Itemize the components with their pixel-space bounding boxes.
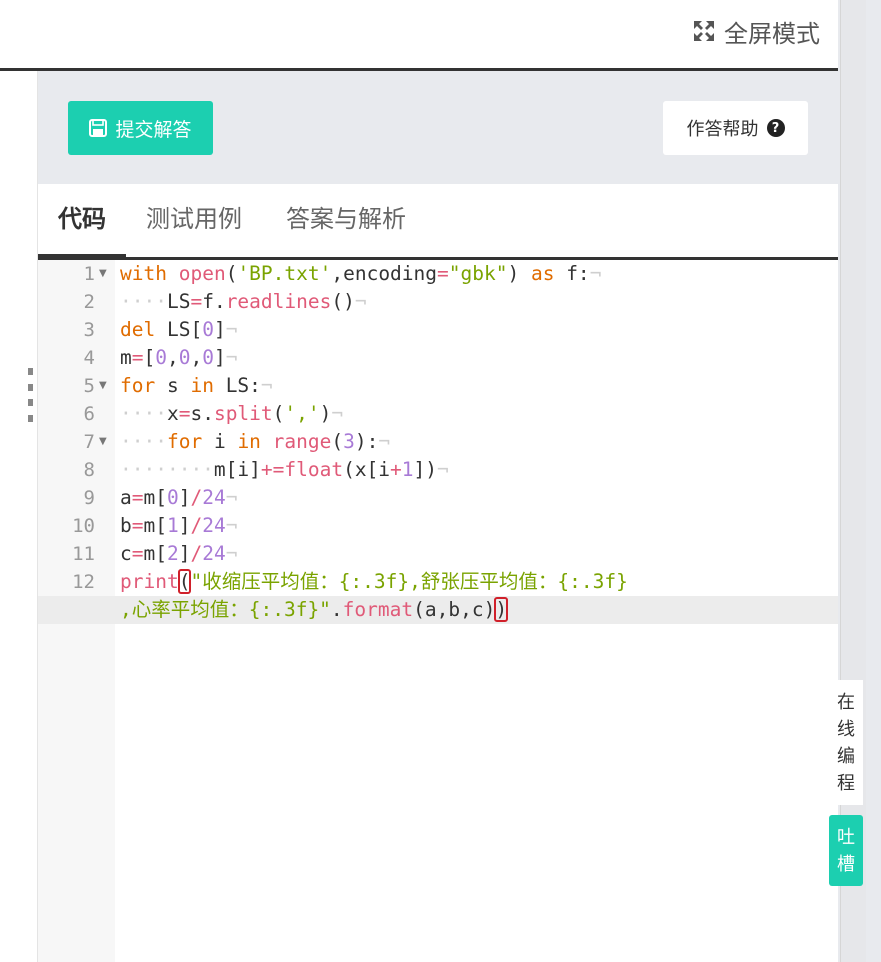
code-line: 6 ····x=s.split(',')¬: [38, 400, 838, 428]
online-coding-tab[interactable]: 在 线 编 程: [829, 680, 863, 805]
side-char: 线: [837, 718, 855, 740]
code-line: 1 ▼ with open('BP.txt',encoding="gbk") a…: [38, 260, 838, 288]
code-text: ····LS=f.readlines()¬: [120, 290, 367, 313]
code-text: a=m[0]/24¬: [120, 486, 238, 509]
handle-dot: [27, 399, 33, 407]
code-text: with open('BP.txt',encoding="gbk") as f:…: [120, 262, 602, 285]
fold-arrow-icon[interactable]: ▼: [99, 372, 107, 400]
line-number: 5: [83, 375, 95, 397]
code-line: 9 a=m[0]/24¬: [38, 484, 838, 512]
code-text: print("收缩压平均值：{:.3f},舒张压平均值：{:.3f}: [120, 569, 628, 594]
code-text: for s in LS:¬: [120, 374, 273, 397]
code-line: 7 ▼ ····for i in range(3):¬: [38, 428, 838, 456]
code-text: c=m[2]/24¬: [120, 542, 238, 565]
line-number: 12: [72, 571, 95, 593]
submit-answer-button[interactable]: 提交解答: [68, 101, 213, 155]
fullscreen-button[interactable]: 全屏模式: [692, 14, 820, 48]
tab-code[interactable]: 代码: [38, 184, 126, 260]
handle-dot: [27, 368, 33, 375]
fold-arrow-icon[interactable]: ▼: [99, 428, 107, 456]
code-line: 8 ········m[i]+=float(x[i+1])¬: [38, 456, 838, 484]
code-line: 5 ▼ for s in LS:¬: [38, 372, 838, 400]
help-button[interactable]: 作答帮助 ?: [663, 101, 808, 155]
handle-dot: [27, 383, 33, 391]
code-text: ,心率平均值：{:.3f}".format(a,b,c)): [120, 597, 509, 622]
feedback-button[interactable]: 吐 槽: [829, 815, 863, 886]
resize-handle[interactable]: [26, 368, 34, 422]
line-number: 8: [83, 459, 95, 481]
code-text: del LS[0]¬: [120, 318, 238, 341]
line-number: 6: [83, 403, 95, 425]
line-number: 1: [83, 263, 95, 285]
line-number: 10: [72, 515, 95, 537]
question-circle-icon: ?: [766, 119, 785, 137]
code-line: 12 print("收缩压平均值：{:.3f},舒张压平均值：{:.3f}: [38, 568, 838, 596]
line-number: 11: [72, 543, 95, 565]
handle-dot: [27, 414, 33, 422]
line-number: 4: [83, 347, 95, 369]
line-number: 3: [83, 319, 95, 341]
line-number: 2: [83, 291, 95, 313]
code-line: 10 b=m[1]/24¬: [38, 512, 838, 540]
side-char: 在: [837, 691, 855, 713]
side-char: 吐: [837, 826, 855, 848]
top-bar: 全屏模式: [0, 0, 838, 71]
line-number: 9: [83, 487, 95, 509]
side-char: 程: [837, 772, 855, 794]
code-text: ····for i in range(3):¬: [120, 430, 391, 453]
tab-test-cases[interactable]: 测试用例: [126, 184, 262, 257]
code-text: b=m[1]/24¬: [120, 514, 238, 537]
fullscreen-label: 全屏模式: [724, 19, 820, 48]
expand-arrows-icon: [694, 21, 714, 41]
left-margin: [0, 71, 38, 962]
tab-answer-analysis[interactable]: 答案与解析: [266, 184, 426, 257]
side-char: 编: [837, 745, 855, 767]
code-line: 4 m=[0,0,0]¬: [38, 344, 838, 372]
code-text: m=[0,0,0]¬: [120, 346, 238, 369]
tab-bar: 代码 测试用例 答案与解析: [38, 184, 838, 260]
answer-panel: 提交解答 作答帮助 ? 代码 测试用例 答案与解析 1 ▼ with open(…: [38, 71, 838, 962]
side-char: 槽: [837, 853, 855, 875]
code-text: ········m[i]+=float(x[i+1])¬: [120, 458, 449, 481]
help-label: 作答帮助: [686, 119, 759, 140]
fold-arrow-icon[interactable]: ▼: [99, 260, 107, 288]
code-lines: 1 ▼ with open('BP.txt',encoding="gbk") a…: [38, 260, 838, 624]
save-icon: [89, 119, 108, 137]
code-editor[interactable]: 1 ▼ with open('BP.txt',encoding="gbk") a…: [38, 260, 838, 962]
code-text: ····x=s.split(',')¬: [120, 402, 344, 425]
code-line: 3 del LS[0]¬: [38, 316, 838, 344]
code-line: 11 c=m[2]/24¬: [38, 540, 838, 568]
submit-answer-label: 提交解答: [115, 118, 192, 141]
code-line: 2 ····LS=f.readlines()¬: [38, 288, 838, 316]
line-number: 7: [83, 431, 95, 453]
code-line-wrapped: ,心率平均值：{:.3f}".format(a,b,c)): [38, 596, 838, 624]
